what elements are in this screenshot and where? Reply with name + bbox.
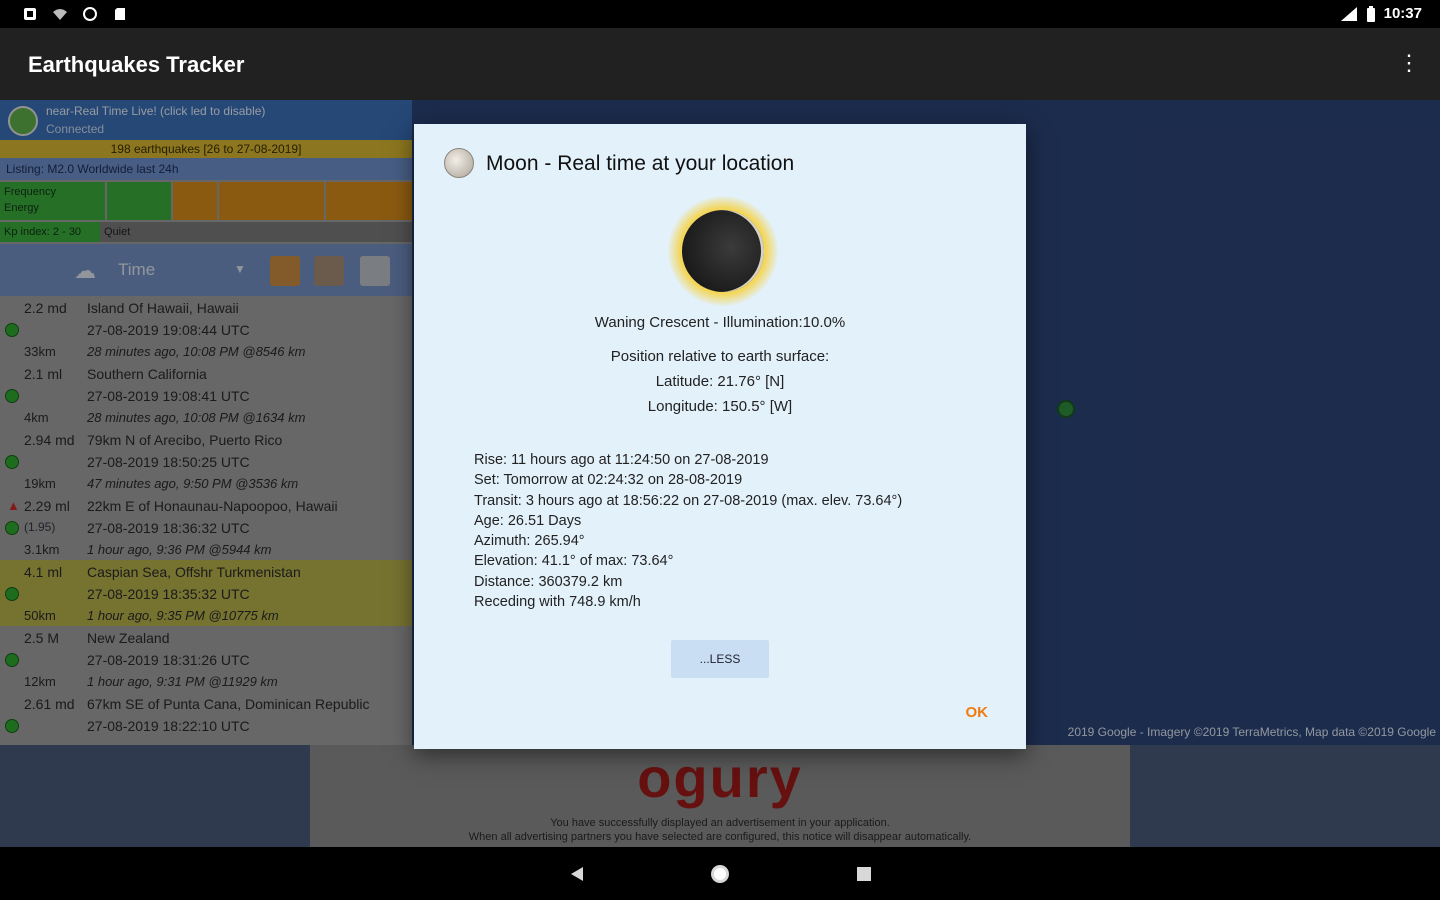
- set-text: Set: Tomorrow at 02:24:32 on 28-08-2019: [474, 472, 743, 489]
- app-title: Earthquakes Tracker: [28, 52, 245, 77]
- longitude-text: Longitude: 150.5° [W]: [647, 398, 793, 415]
- sync-icon: [82, 6, 98, 22]
- status-time: 10:37: [1383, 5, 1422, 22]
- signal-icon: [1340, 6, 1357, 21]
- moon-disc: [682, 210, 764, 292]
- system-nav-bar: [0, 847, 1440, 900]
- moon-icon: [444, 148, 474, 178]
- rise-text: Rise: 11 hours ago at 11:24:50 on 27-08-…: [474, 452, 769, 468]
- status-icons-right: 10:37: [1340, 5, 1422, 22]
- age-text: Age: 26.51 Days: [474, 512, 582, 529]
- sd-card-icon: [112, 6, 128, 22]
- receding-text: Receding with 748.9 km/h: [474, 594, 641, 611]
- app-bar: Earthquakes Tracker ⋮: [0, 28, 1440, 100]
- notification-icon: [22, 6, 38, 22]
- screen: 10:37 Earthquakes Tracker ⋮ 2019 Google …: [0, 0, 1440, 900]
- home-icon[interactable]: [707, 861, 733, 887]
- azimuth-text: Azimuth: 265.94°: [474, 533, 585, 550]
- moon-dialog: Moon - Real time at your location Waning…: [414, 124, 1026, 749]
- status-icons-left: [22, 6, 128, 22]
- overflow-menu-icon[interactable]: ⋮: [1398, 50, 1420, 76]
- status-bar: 10:37: [0, 0, 1440, 28]
- latitude-text: Latitude: 21.76° [N]: [655, 373, 785, 390]
- moon-phase-image: [668, 196, 778, 306]
- position-header: Position relative to earth surface:: [610, 348, 830, 365]
- distance-text: Distance: 360379.2 km: [474, 573, 623, 590]
- wifi-icon: [52, 6, 68, 22]
- less-button[interactable]: ...LESS: [671, 640, 769, 678]
- battery-icon: [1366, 5, 1375, 22]
- back-icon[interactable]: [564, 861, 590, 887]
- moon-phase-text: Waning Crescent - Illumination:10.0%: [594, 314, 846, 331]
- dialog-title: Moon - Real time at your location: [486, 152, 795, 175]
- ok-button[interactable]: OK: [966, 704, 989, 721]
- elevation-text: Elevation: 41.1° of max: 73.64°: [474, 553, 674, 570]
- moon-details: Rise: 11 hours ago at 11:24:50 on 27-08-…: [474, 450, 902, 612]
- recents-icon[interactable]: [851, 861, 877, 887]
- transit-text: Transit: 3 hours ago at 18:56:22 on 27-0…: [474, 492, 903, 509]
